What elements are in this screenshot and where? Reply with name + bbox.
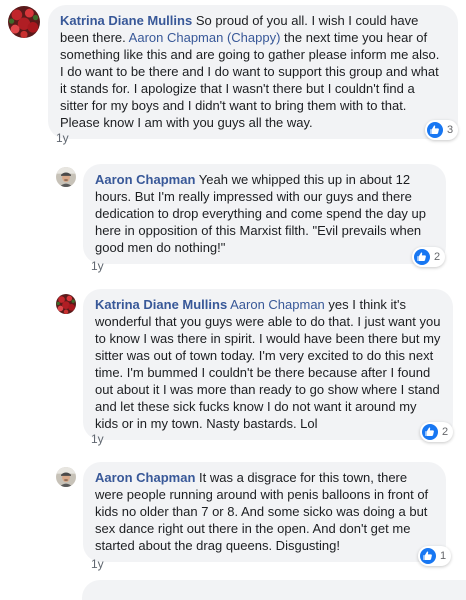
comment-timestamp[interactable]: 1y: [91, 432, 104, 446]
avatar[interactable]: [56, 467, 76, 487]
reaction-count[interactable]: 1: [418, 546, 452, 566]
comment-mention[interactable]: Aaron Chapman (Chappy): [129, 30, 281, 45]
like-icon: [422, 424, 438, 440]
reaction-count-label: 1: [440, 550, 447, 562]
reaction-count-label: 2: [442, 426, 449, 438]
reaction-count-label: 2: [434, 251, 441, 263]
avatar[interactable]: [56, 294, 76, 314]
comment-bubble: Aaron Chapman It was a disgrace for this…: [83, 462, 446, 562]
comment-mention[interactable]: Aaron Chapman: [230, 297, 325, 312]
comment-author[interactable]: Katrina Diane Mullins: [95, 297, 227, 312]
next-comment-bubble-edge: [82, 580, 466, 600]
reaction-count[interactable]: 3: [425, 120, 459, 140]
reaction-count[interactable]: 2: [412, 247, 446, 267]
like-icon: [420, 548, 436, 564]
like-icon: [414, 249, 430, 265]
reaction-count-label: 3: [447, 124, 454, 136]
profile-photo-red-flowers-icon: [56, 294, 76, 314]
avatar[interactable]: [8, 6, 40, 38]
profile-photo-man-hat-icon: [56, 167, 76, 187]
like-icon: [427, 122, 443, 138]
comment-timestamp[interactable]: 1y: [56, 131, 69, 145]
comment-bubble: Aaron Chapman Yeah we whipped this up in…: [83, 164, 446, 264]
avatar[interactable]: [56, 167, 76, 187]
profile-photo-man-hat-icon: [56, 467, 76, 487]
comment-author[interactable]: Aaron Chapman: [95, 470, 195, 485]
comment-timestamp[interactable]: 1y: [91, 259, 104, 273]
profile-photo-red-flowers-icon: [8, 6, 40, 38]
comment-text: the next time you hear of something like…: [60, 30, 440, 130]
reaction-count[interactable]: 2: [420, 422, 454, 442]
comment-text: yes I think it's wonderful that you guys…: [95, 297, 441, 431]
comment-bubble: Katrina Diane Mullins So proud of you al…: [48, 5, 458, 139]
comment-bubble: Katrina Diane Mullins Aaron Chapman yes …: [83, 289, 453, 440]
comment-author[interactable]: Katrina Diane Mullins: [60, 13, 192, 28]
comment-author[interactable]: Aaron Chapman: [95, 172, 195, 187]
comment-timestamp[interactable]: 1y: [91, 557, 104, 571]
